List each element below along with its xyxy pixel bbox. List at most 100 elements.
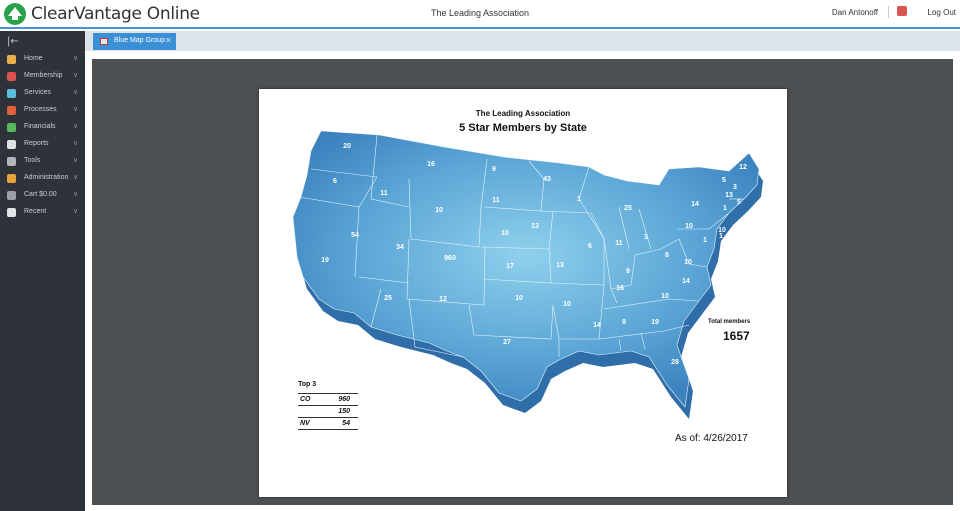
state-value-label: 14 bbox=[682, 278, 690, 285]
sidebar: |← Home ∨ Membership ∨ Services ∨ Processes ∨ Fi… bbox=[0, 31, 85, 511]
state-value-label: 9 bbox=[626, 268, 630, 275]
state-value-label: 20 bbox=[343, 143, 351, 150]
state-value-label: 10 bbox=[435, 207, 443, 214]
state-value-label: 34 bbox=[396, 244, 404, 251]
top3-state: CO bbox=[300, 396, 311, 403]
user-separator bbox=[888, 6, 889, 18]
sidebar-item-membership[interactable]: Membership ∨ bbox=[0, 68, 85, 85]
state-value-label: 960 bbox=[444, 255, 456, 262]
logout-icon[interactable] bbox=[897, 6, 907, 16]
state-value-label: 19 bbox=[321, 257, 329, 264]
state-value-label: 11 bbox=[492, 197, 500, 204]
chevron-down-icon[interactable]: ∨ bbox=[73, 88, 78, 96]
sidebar-item-reports[interactable]: Reports ∨ bbox=[0, 136, 85, 153]
as-of-date: As of: 4/26/2017 bbox=[675, 433, 748, 444]
state-value-label: 12 bbox=[439, 296, 447, 303]
state-value-label: 1 bbox=[723, 205, 727, 212]
state-value-label: 10 bbox=[563, 301, 571, 308]
chevron-down-icon[interactable]: ∨ bbox=[73, 105, 78, 113]
state-value-label: 10 bbox=[501, 230, 509, 237]
state-value-label: 14 bbox=[691, 201, 699, 208]
user-name[interactable]: Dan Antonoff bbox=[832, 8, 878, 17]
map-surface bbox=[292, 130, 760, 408]
sidebar-item-financials[interactable]: Financials ∨ bbox=[0, 119, 85, 136]
sidebar-item-administration[interactable]: Administration ∨ bbox=[0, 170, 85, 187]
top3-row: CO 960 bbox=[298, 394, 358, 406]
state-value-label: 16 bbox=[616, 285, 624, 292]
chevron-down-icon[interactable]: ∨ bbox=[73, 139, 78, 147]
sidebar-item-label: Recent bbox=[24, 208, 47, 215]
tab-close-icon[interactable]: ✕ bbox=[165, 36, 172, 45]
state-value-label: 25 bbox=[384, 295, 392, 302]
administration-icon bbox=[7, 174, 16, 183]
sidebar-item-label: Cart $0.00 bbox=[24, 191, 57, 198]
reports-icon bbox=[7, 140, 16, 149]
cart-icon bbox=[7, 191, 16, 200]
tab-label: Blue Map Group bbox=[114, 37, 165, 44]
content-area: The Leading Association 5 Star Members b… bbox=[85, 51, 960, 511]
state-value-label: 1 bbox=[577, 196, 581, 203]
financials-icon bbox=[7, 123, 16, 132]
tab-bar: Blue Map Group ✕ bbox=[85, 31, 960, 51]
total-members-value: 1657 bbox=[723, 329, 750, 343]
sidebar-item-recent[interactable]: Recent ∨ bbox=[0, 204, 85, 221]
sidebar-item-label: Reports bbox=[24, 140, 49, 147]
chevron-down-icon[interactable]: ∨ bbox=[73, 190, 78, 198]
top3-state: NV bbox=[300, 420, 310, 427]
processes-icon bbox=[7, 106, 16, 115]
state-value-label: 10 bbox=[515, 295, 523, 302]
sidebar-item-label: Tools bbox=[24, 157, 41, 164]
state-value-label: 6 bbox=[333, 178, 337, 185]
chevron-down-icon[interactable]: ∨ bbox=[73, 71, 78, 79]
collapse-sidebar-icon[interactable]: |← bbox=[7, 36, 19, 47]
sidebar-item-label: Processes bbox=[24, 106, 57, 113]
chevron-down-icon[interactable]: ∨ bbox=[73, 173, 78, 181]
state-value-label: 6 bbox=[588, 243, 592, 250]
chevron-down-icon[interactable]: ∨ bbox=[73, 122, 78, 130]
state-value-label: 28 bbox=[671, 359, 679, 366]
state-value-label: 13 bbox=[725, 192, 733, 199]
membership-icon bbox=[7, 72, 16, 81]
report-page: The Leading Association 5 Star Members b… bbox=[259, 89, 787, 497]
recent-icon bbox=[7, 208, 16, 217]
state-value-label: 13 bbox=[531, 223, 539, 230]
home-icon bbox=[7, 55, 16, 64]
organization-title: The Leading Association bbox=[430, 8, 530, 18]
state-value-label: 10 bbox=[685, 223, 693, 230]
state-value-label: 54 bbox=[351, 232, 359, 239]
tab-blue-map-group[interactable]: Blue Map Group ✕ bbox=[93, 33, 176, 50]
sidebar-item-tools[interactable]: Tools ∨ bbox=[0, 153, 85, 170]
sidebar-item-label: Home bbox=[24, 55, 43, 62]
logout-link[interactable]: Log Out bbox=[928, 8, 956, 17]
chevron-down-icon[interactable]: ∨ bbox=[73, 54, 78, 62]
sidebar-item-home[interactable]: Home ∨ bbox=[0, 51, 85, 68]
state-value-label: 10 bbox=[661, 293, 669, 300]
chevron-down-icon[interactable]: ∨ bbox=[73, 156, 78, 164]
state-value-label: 3 bbox=[644, 234, 648, 241]
tools-icon bbox=[7, 157, 16, 166]
state-value-label: 27 bbox=[503, 339, 511, 346]
state-value-label: 25 bbox=[624, 205, 632, 212]
state-value-label: 11 bbox=[615, 240, 623, 247]
report-viewer[interactable]: The Leading Association 5 Star Members b… bbox=[92, 59, 953, 505]
top3-count: 960 bbox=[338, 396, 350, 403]
sidebar-item-cart-0-00[interactable]: Cart $0.00 ∨ bbox=[0, 187, 85, 204]
state-value-label: 16 bbox=[427, 161, 435, 168]
top3-count: 150 bbox=[338, 408, 350, 415]
state-value-label: 3 bbox=[733, 184, 737, 191]
top3-table: Top 3 CO 960 150 NV 54 bbox=[298, 381, 358, 430]
state-value-label: 9 bbox=[492, 166, 496, 173]
state-value-label: 5 bbox=[737, 199, 741, 206]
sidebar-item-label: Services bbox=[24, 89, 51, 96]
state-value-label: 1 bbox=[703, 237, 707, 244]
state-value-label: 1 bbox=[719, 233, 723, 240]
top3-count: 54 bbox=[342, 420, 350, 427]
sidebar-item-processes[interactable]: Processes ∨ bbox=[0, 102, 85, 119]
report-tab-icon bbox=[100, 38, 108, 45]
top3-heading: Top 3 bbox=[298, 381, 358, 394]
state-value-label: 5 bbox=[722, 177, 726, 184]
chevron-down-icon[interactable]: ∨ bbox=[73, 207, 78, 215]
sidebar-item-services[interactable]: Services ∨ bbox=[0, 85, 85, 102]
sidebar-item-label: Financials bbox=[24, 123, 56, 130]
state-value-label: 11 bbox=[380, 190, 388, 197]
